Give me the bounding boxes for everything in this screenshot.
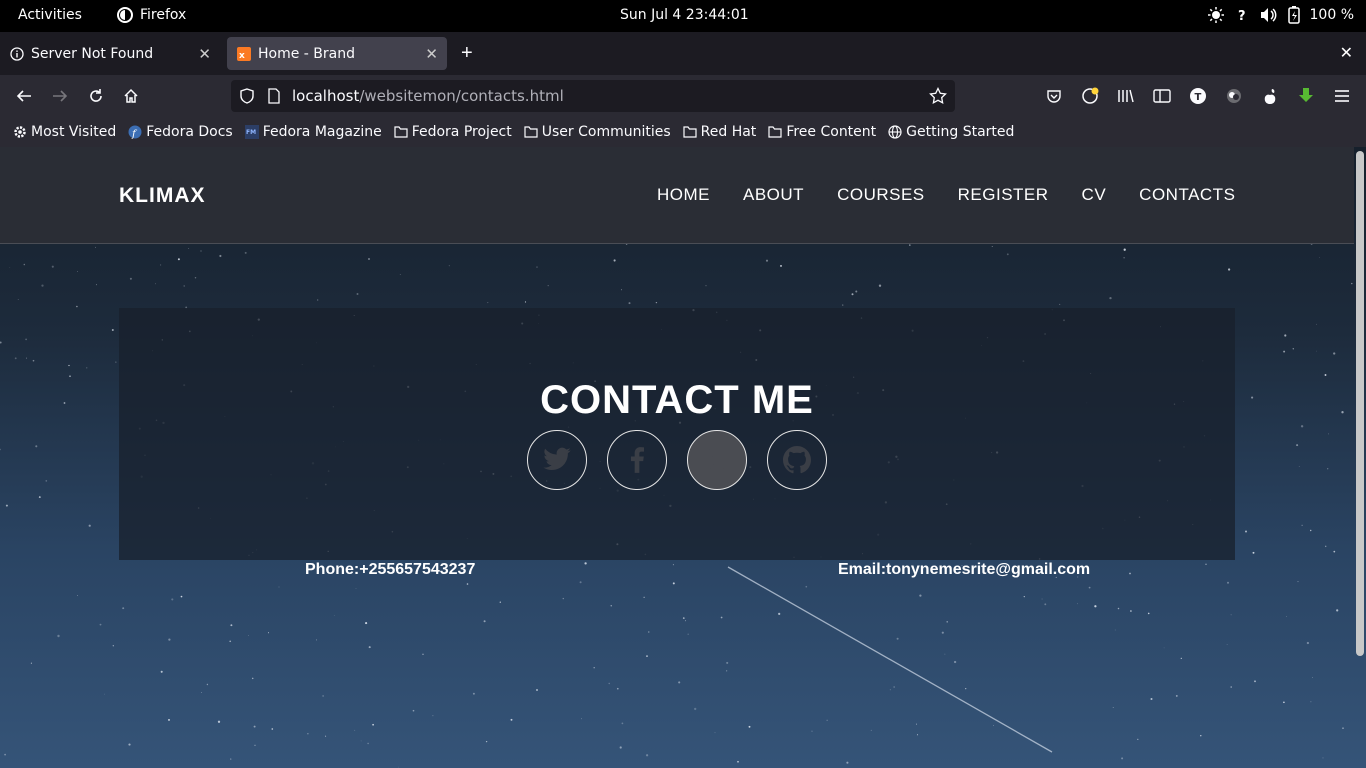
tab-server-not-found[interactable]: Server Not Found ✕ [0,37,220,70]
bookmark-label: Fedora Magazine [262,124,382,140]
site-brand[interactable]: KLIMAX [119,184,206,208]
bookmark-label: Free Content [786,124,877,140]
folder-icon [768,126,782,138]
github-icon [783,446,811,474]
page-info-icon[interactable] [267,88,281,104]
svg-text:x: x [239,51,245,61]
library-icon[interactable] [1116,86,1136,106]
forward-icon[interactable] [50,86,70,106]
app-menu[interactable]: Firefox [117,7,186,23]
url-bar[interactable]: localhost/websitemon/contacts.html [231,80,955,112]
twitter-icon [543,447,571,471]
url-text: localhost/websitemon/contacts.html [292,87,564,105]
help-icon: ? [1238,9,1246,23]
site-nav-links: HOME ABOUT COURSES REGISTER CV CONTACTS [657,185,1235,205]
bookmark-most-visited[interactable]: Most Visited [13,124,116,140]
globe-icon [888,125,902,139]
back-icon[interactable] [14,86,34,106]
sidebar-icon[interactable] [1152,86,1172,106]
tab-home-brand[interactable]: x Home - Brand ✕ [227,37,447,70]
nav-cv[interactable]: CV [1082,185,1107,205]
contact-email: Email:tonynemesrite@gmail.com [838,561,1091,578]
pocket-icon[interactable] [1044,86,1064,106]
bookmark-fedora-docs[interactable]: f Fedora Docs [128,124,233,140]
nav-courses[interactable]: COURSES [837,185,925,205]
folder-icon [524,126,538,138]
url-host: localhost [292,87,360,105]
sync-icon[interactable] [1080,86,1100,106]
contact-phone: Phone:+255657543237 [305,561,476,578]
fm-icon: FM [244,125,259,139]
bookmark-label: Getting Started [906,124,1015,140]
bookmark-fedora-magazine[interactable]: FM Fedora Magazine [244,124,382,140]
reload-icon[interactable] [86,86,106,106]
extension-icon[interactable] [1224,86,1244,106]
tab-strip: Server Not Found ✕ x Home - Brand ✕ + ✕ [0,32,1366,75]
firefox-icon [117,7,133,23]
contact-title: CONTACT ME [540,378,814,422]
nav-contacts[interactable]: CONTACTS [1139,185,1235,205]
bookmark-label: Most Visited [31,124,117,140]
bookmark-red-hat[interactable]: Red Hat [683,124,757,140]
app-name: Firefox [140,7,187,23]
folder-icon [683,126,697,138]
close-window-icon[interactable]: ✕ [1340,43,1353,63]
bookmark-fedora-project[interactable]: Fedora Project [394,124,512,140]
account-avatar-icon[interactable]: T [1188,86,1208,106]
tab-title: Server Not Found [31,45,154,62]
system-top-bar: Activities Firefox Sun Jul 4 23:44:01 ? … [0,0,1366,32]
site-navbar: KLIMAX HOME ABOUT COURSES REGISTER CV CO… [0,147,1354,244]
system-tray[interactable]: ? 100 % [1207,6,1354,24]
svg-text:?: ? [1238,9,1246,23]
download-icon[interactable] [1296,86,1316,106]
clock[interactable]: Sun Jul 4 23:44:01 [620,7,749,23]
tab-title: Home - Brand [258,45,355,62]
folder-icon [394,126,408,138]
twitter-link[interactable] [527,430,587,490]
bookmark-user-communities[interactable]: User Communities [524,124,671,140]
volume-icon [1260,8,1276,22]
instagram-icon [706,449,728,471]
github-link[interactable] [767,430,827,490]
brightness-icon [1207,7,1224,23]
nav-register[interactable]: REGISTER [958,185,1049,205]
social-links [527,430,827,490]
activities-button[interactable]: Activities [18,7,82,23]
bookmark-label: User Communities [541,124,671,140]
close-tab-icon[interactable]: ✕ [425,45,438,63]
navigation-toolbar: localhost/websitemon/contacts.html T [0,75,1366,117]
page-scrollbar[interactable] [1356,151,1364,656]
bookmark-label: Red Hat [700,124,757,140]
close-tab-icon[interactable]: ✕ [198,45,211,63]
url-path: /websitemon/contacts.html [359,87,564,105]
home-icon[interactable] [121,86,141,106]
bookmarks-toolbar: Most Visited f Fedora Docs FM Fedora Mag… [0,117,1366,147]
fedora-icon: f [128,125,142,139]
tracking-protection-icon[interactable] [239,88,255,104]
facebook-link[interactable] [607,430,667,490]
gnome-extension-icon[interactable] [1260,86,1280,106]
battery-percent: 100 % [1309,7,1354,23]
battery-icon [1287,6,1300,24]
bookmark-getting-started[interactable]: Getting Started [888,124,1014,140]
xampp-icon: x [237,46,251,61]
contact-panel: CONTACT ME [119,308,1235,560]
svg-text:T: T [1195,92,1202,103]
nav-about[interactable]: ABOUT [743,185,804,205]
facebook-icon [630,447,644,473]
bookmark-label: Fedora Project [411,124,512,140]
instagram-link[interactable] [687,430,747,490]
nav-home[interactable]: HOME [657,185,710,205]
info-icon [10,46,24,61]
bookmark-free-content[interactable]: Free Content [768,124,876,140]
new-tab-button[interactable]: + [461,42,473,65]
page-viewport: KLIMAX HOME ABOUT COURSES REGISTER CV CO… [0,147,1366,768]
menu-icon[interactable] [1332,86,1352,106]
gear-icon [14,126,26,138]
svg-text:FM: FM [246,129,256,136]
bookmark-star-icon[interactable] [929,87,947,105]
bookmark-label: Fedora Docs [146,124,233,140]
